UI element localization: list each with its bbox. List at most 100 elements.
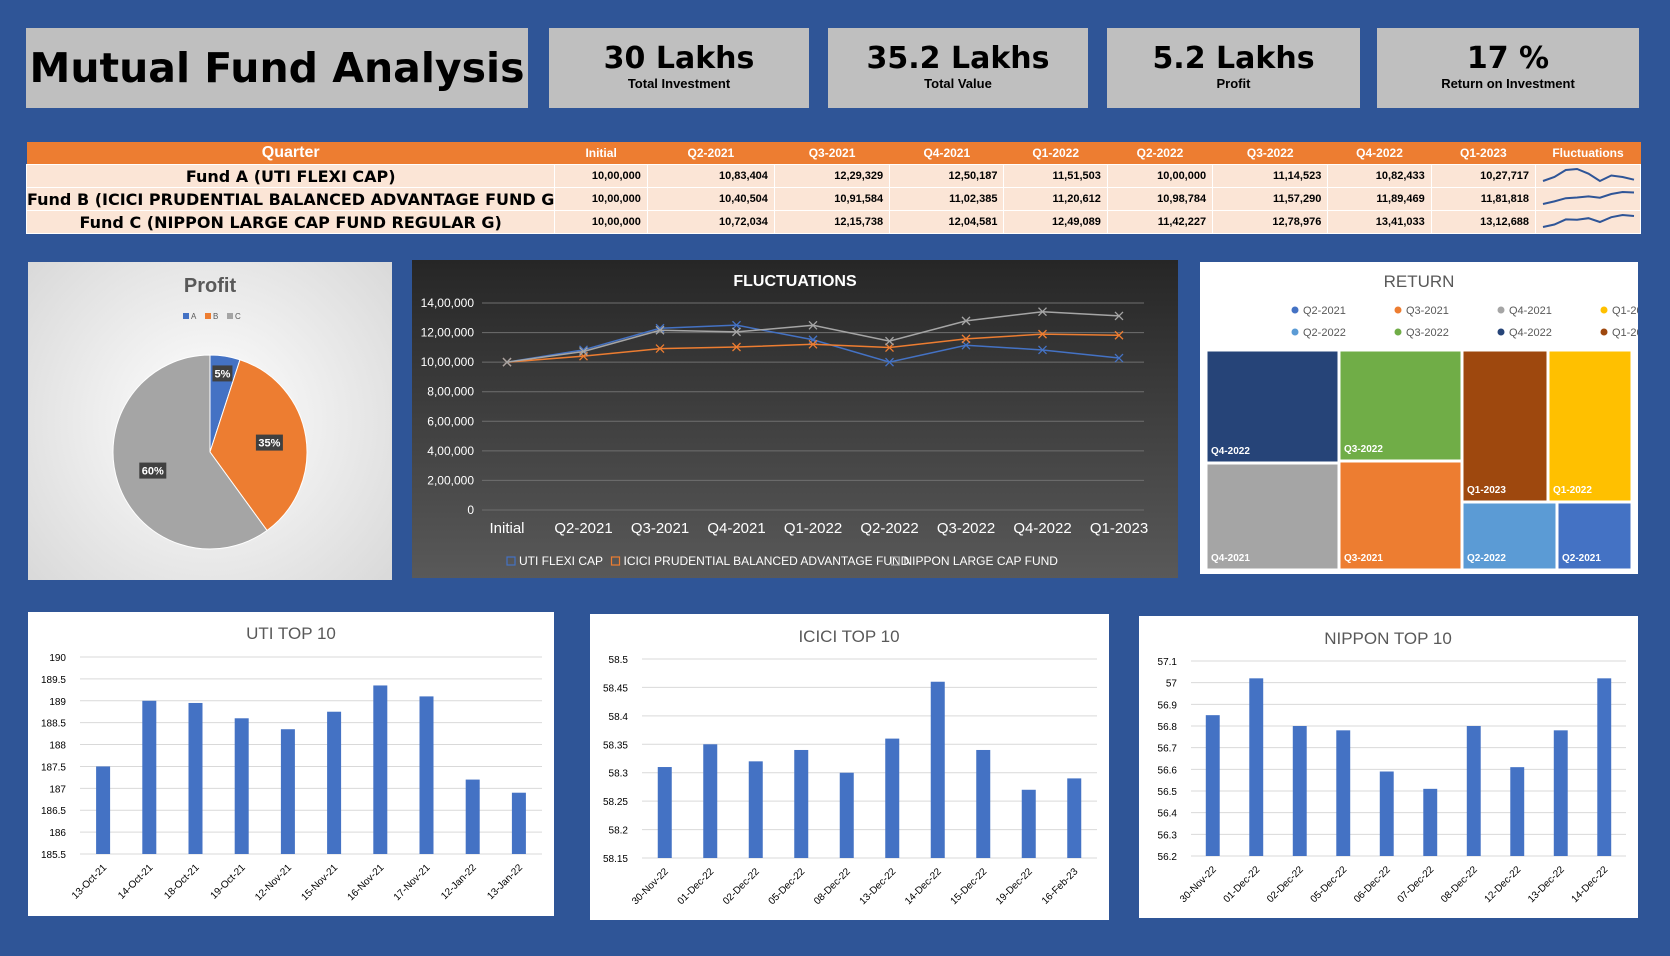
bar — [1021, 789, 1036, 858]
line-x-tick-label: Q1-2023 — [1090, 520, 1148, 537]
sparkline-path — [1542, 190, 1635, 205]
bar-y-tick-label: 56.9 — [1158, 700, 1178, 711]
kpi-return-on-investment: 17 % Return on Investment — [1377, 28, 1639, 108]
bar-x-tick-label: 13-Oct-21 — [70, 862, 110, 902]
treemap-tile — [1548, 350, 1632, 502]
table-cell: 10,83,404 — [646, 164, 775, 188]
bar-x-tick-label: 16-Nov-21 — [346, 862, 387, 903]
sparkline-cell — [1535, 187, 1641, 211]
bar-y-tick-label: 186.5 — [41, 806, 66, 817]
nippon-top10-bar-chart: NIPPON TOP 10 56.2 56.3 56.4 56.5 56.6 56.7 56… — [1158, 629, 1626, 905]
treemap-legend-label: Q1-2023 — [1612, 327, 1638, 339]
treemap-tile-label: Q3-2021 — [1344, 553, 1383, 564]
bar-x-tick-label: 30-Nov-22 — [630, 866, 671, 907]
treemap-tiles: Q4-2022 Q4-2021 Q3-2022 Q3-2021 Q1-2023 Q1-20… — [1206, 350, 1632, 570]
bar — [1067, 778, 1082, 858]
fluctuations-line-chart: FLUCTUATIONS 0 2,00,000 4,00,000 6,00,000 8,… — [421, 273, 1149, 568]
bar-y-tick-label: 187 — [49, 784, 66, 795]
line-legend-label: ICICI PRUDENTIAL BALANCED ADVANTAGE FUND — [624, 554, 910, 568]
pie-legend-label: B — [213, 312, 218, 321]
profit-pie-panel: Profit A B C 5% 35% 60% — [28, 262, 392, 580]
bar-y-tick-label: 56.3 — [1158, 830, 1178, 841]
pie-legend-swatch — [183, 313, 189, 319]
treemap-legend-swatch — [1394, 306, 1402, 314]
line-x-tick-label: Q4-2021 — [707, 520, 765, 537]
dashboard-title-box: Mutual Fund Analysis — [26, 28, 528, 108]
line-x-tick-label: Q1-2022 — [784, 520, 842, 537]
table-cell: 13,41,033 — [1327, 210, 1432, 234]
treemap-legend-label: Q4-2021 — [1509, 305, 1552, 317]
table-cell: 10,40,504 — [646, 187, 775, 211]
treemap-legend-label: Q4-2022 — [1509, 327, 1552, 339]
bar-chart-title: ICICI TOP 10 — [798, 627, 899, 646]
icici-top10-panel: ICICI TOP 10 58.15 58.2 58.25 58.3 58.35 58.4… — [590, 614, 1109, 920]
bar — [419, 696, 434, 854]
bar-y-tick-label: 58.35 — [603, 740, 628, 751]
table-cell: 12,04,581 — [889, 210, 1005, 234]
fluctuations-panel: FLUCTUATIONS 0 2,00,000 4,00,000 6,00,000 8,… — [412, 260, 1178, 578]
pie-legend-swatch — [227, 313, 233, 319]
bar-x-tick-label: 19-Oct-21 — [209, 862, 249, 902]
pie-data-label: 5% — [214, 368, 230, 380]
bar — [1205, 715, 1220, 856]
bar-y-tick-label: 190 — [49, 653, 66, 664]
line-series-path — [506, 333, 1120, 363]
bar — [1597, 678, 1612, 856]
kpi-label: Profit — [1216, 76, 1251, 91]
bar — [96, 766, 111, 854]
table-cell: 12,15,738 — [773, 210, 891, 234]
bar-y-tick-label: 56.4 — [1158, 809, 1178, 820]
line-x-tick-label: Initial — [489, 520, 524, 537]
kpi-label: Total Investment — [627, 76, 731, 91]
table-row: Fund B (ICICI PRUDENTIAL BALANCED ADVANT… — [25, 187, 1641, 211]
bar-x-tick-label: 08-Dec-22 — [812, 866, 853, 907]
treemap-tile-label: Q2-2021 — [1562, 553, 1601, 564]
sparkline-cell — [1535, 164, 1641, 188]
bar — [188, 702, 203, 854]
treemap-legend-swatch — [1291, 306, 1299, 314]
treemap-tile-label: Q3-2022 — [1344, 444, 1383, 455]
table-cell: 11,57,290 — [1212, 187, 1329, 211]
bar — [885, 738, 900, 858]
bar — [703, 744, 718, 858]
treemap-legend-label: Q3-2021 — [1406, 305, 1449, 317]
bar-x-tick-label: 08-Dec-22 — [1439, 864, 1480, 905]
line-grid: 0 2,00,000 4,00,000 6,00,000 8,00,000 10,00,0… — [421, 296, 1149, 537]
quarter-table-wrap: Quarter Initial Q2-2021 Q3-2021 Q4-2021 … — [25, 142, 1641, 234]
uti-top10-bar-chart: UTI TOP 10 185.5 186 186.5 187 187.5 188 188.5… — [41, 624, 542, 903]
treemap-legend-swatch — [1291, 328, 1299, 336]
line-x-tick-label: Q3-2022 — [937, 520, 995, 537]
return-treemap-panel: RETURN Q2-2021Q3-2021Q4-2021Q1-2022Q2-20… — [1200, 262, 1655, 574]
table-cell: 11,02,385 — [889, 187, 1005, 211]
line-y-tick-label: 12,00,000 — [421, 326, 475, 340]
bar-chart-title: NIPPON TOP 10 — [1324, 629, 1452, 648]
table-cell: 11,14,523 — [1212, 164, 1329, 188]
bar — [1336, 730, 1351, 856]
bar-y-tick-label: 58.4 — [609, 712, 629, 723]
bar — [1553, 730, 1568, 856]
table-header-cell: Fluctuations — [1535, 142, 1641, 165]
pie-data-label: 60% — [142, 466, 164, 478]
bar-y-tick-label: 56.8 — [1158, 722, 1178, 733]
table-cell: 10,00,000 — [554, 164, 648, 188]
bar — [839, 772, 854, 858]
line-series — [502, 307, 1124, 367]
kpi-value: 5.2 Lakhs — [1152, 41, 1315, 76]
table-cell: 10,91,584 — [773, 187, 891, 211]
bar — [373, 685, 388, 854]
treemap-legend-swatch — [1600, 306, 1608, 314]
table-cell: 10,82,433 — [1327, 164, 1432, 188]
table-row: Fund C (NIPPON LARGE CAP FUND REGULAR G)… — [25, 210, 1641, 234]
bar — [1466, 726, 1481, 856]
bar-y-tick-label: 58.3 — [609, 769, 629, 780]
table-header-cell: Q2-2022 — [1107, 142, 1213, 165]
kpi-label: Total Value — [924, 76, 992, 91]
bar-y-tick-label: 57.1 — [1158, 657, 1178, 668]
treemap-tile-label: Q4-2022 — [1211, 446, 1250, 457]
line-x-tick-label: Q2-2021 — [554, 520, 612, 537]
sparkline — [1542, 167, 1635, 182]
table-cell: 12,50,187 — [889, 164, 1005, 188]
bar-x-tick-label: 13-Jan-22 — [485, 862, 525, 902]
treemap-tile-label: Q1-2022 — [1553, 485, 1592, 496]
pie-legend-label: A — [191, 312, 197, 321]
